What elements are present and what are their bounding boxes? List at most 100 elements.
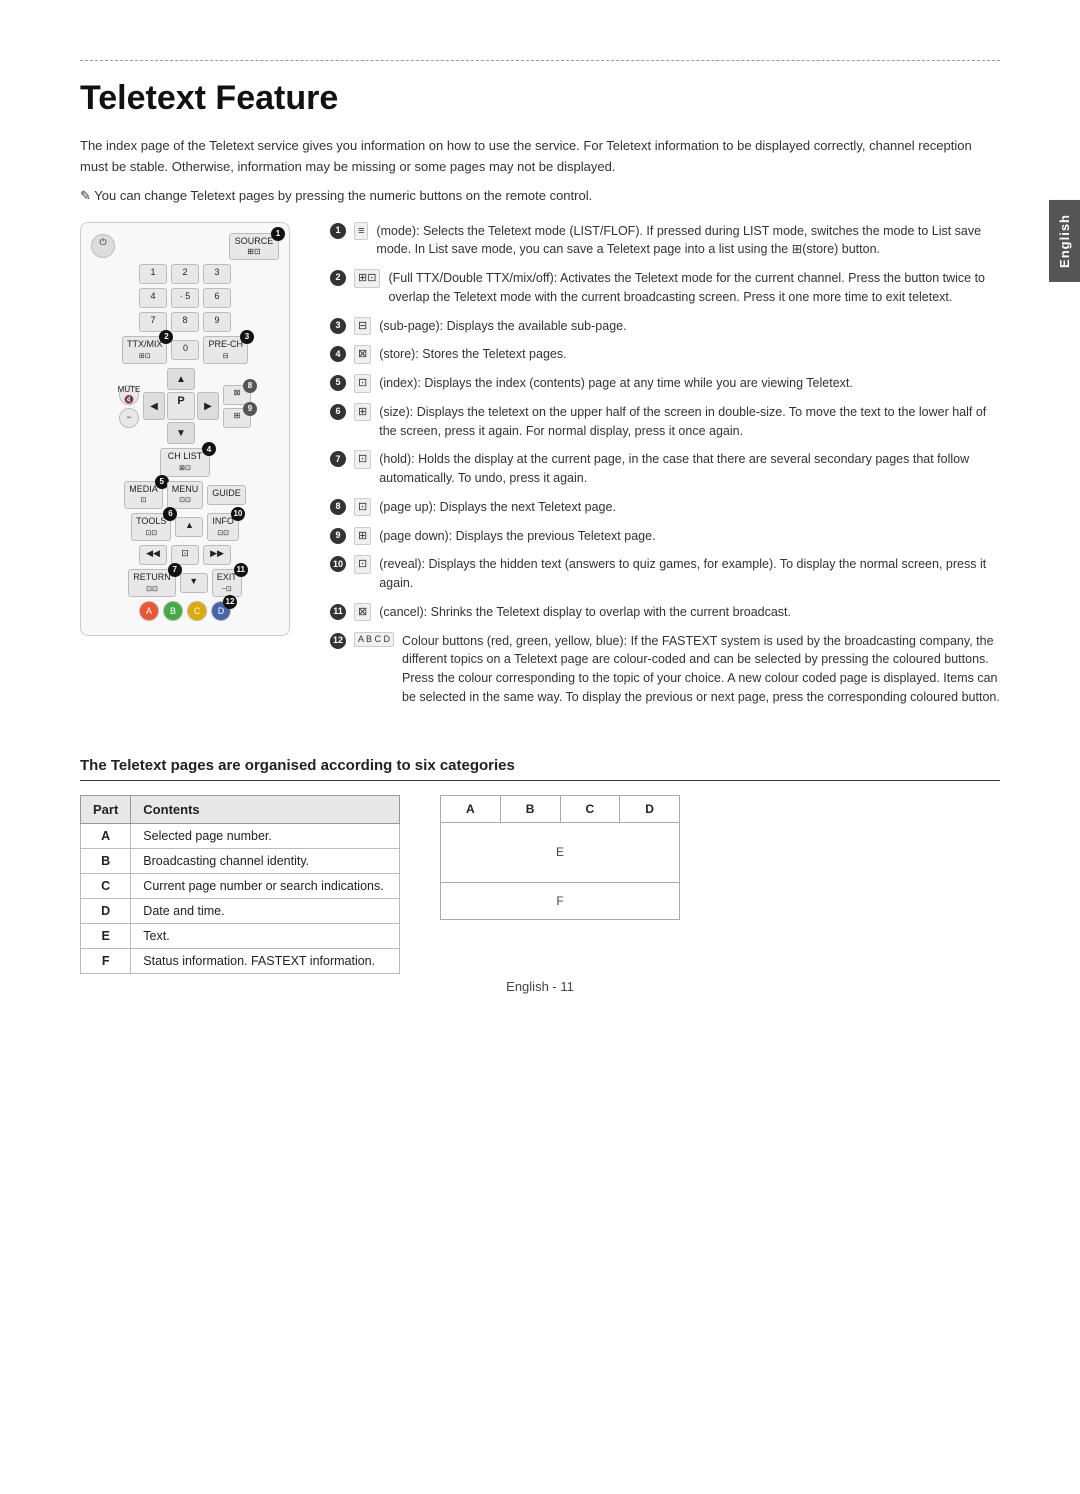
col-contents: Contents — [131, 795, 400, 823]
side-tab: English — [1049, 200, 1080, 282]
part-e: E — [81, 923, 131, 948]
btn-2[interactable]: 2 — [171, 264, 199, 284]
btn-c-yellow[interactable]: C — [187, 601, 207, 621]
btn-1[interactable]: 1 — [139, 264, 167, 284]
diagram-header-c: C — [561, 796, 621, 822]
instr-icon-5: ⊡ — [354, 374, 371, 393]
power-btn[interactable]: ⏻ — [91, 234, 115, 258]
btn-3[interactable]: 3 — [203, 264, 231, 284]
tools-btn[interactable]: TOOLS⊡⊡ 6 — [131, 513, 171, 541]
btn-8[interactable]: 8 — [171, 312, 199, 332]
instr-item-8: 8 ⊡ (page up): Displays the next Teletex… — [330, 498, 1000, 517]
instr-num-6: 6 — [330, 404, 346, 420]
remote: ⏻ SOURCE⊞⊡ 1 1 2 3 4 · 5 6 — [80, 222, 290, 637]
remote-row-menu: MEDIA⊡ 5 MENU⊡⊡ GUIDE — [91, 481, 279, 509]
instr-icon-2: ⊞⊡ — [354, 269, 380, 288]
stop-btn[interactable]: ▼ — [180, 573, 208, 593]
nav-right-btn[interactable]: ▶ — [197, 392, 219, 420]
instr-item-2: 2 ⊞⊡ (Full TTX/Double TTX/mix/off): Acti… — [330, 269, 1000, 307]
btn-9[interactable]: 9 — [203, 312, 231, 332]
instructions-list: 1 ≡ (mode): Selects the Teletext mode (L… — [330, 222, 1000, 717]
table-area: Part Contents A Selected page number. B … — [80, 795, 1000, 974]
instr-text-3: (sub-page): Displays the available sub-p… — [379, 317, 626, 336]
btn-0[interactable]: 0 — [171, 340, 199, 360]
instr-text-12: Colour buttons (red, green, yellow, blue… — [402, 632, 1000, 707]
part-d: D — [81, 898, 131, 923]
remote-row-chlist: CH LIST⊠⊡ 4 — [91, 448, 279, 476]
page-title: Teletext Feature — [80, 79, 1000, 118]
contents-e: Text. — [131, 923, 400, 948]
instr-num-2: 2 — [330, 270, 346, 286]
mute-btn[interactable]: MUTE🔇 — [119, 385, 139, 405]
diagram: A B C D E F — [440, 795, 680, 920]
menu-btn[interactable]: MENU⊡⊡ — [167, 481, 204, 509]
btn-4[interactable]: 4 — [139, 288, 167, 308]
vol-down-btn[interactable]: − — [119, 408, 139, 428]
info-btn[interactable]: INFO⊡⊡ 10 — [207, 513, 239, 541]
btn-5[interactable]: · 5 — [171, 288, 199, 308]
nav-ok-btn[interactable]: P — [167, 392, 195, 420]
instr-num-3: 3 — [330, 318, 346, 334]
instr-item-7: 7 ⊡ (hold): Holds the display at the cur… — [330, 450, 1000, 488]
diagram-header-d: D — [620, 796, 679, 822]
part-b: B — [81, 848, 131, 873]
exit-btn[interactable]: EXIT−⊡ 11 — [212, 569, 242, 597]
remote-row-vol: MUTE🔇 − ▲ ◀ P ▶ ▼ — [91, 368, 279, 444]
instr-item-6: 6 ⊞ (size): Displays the teletext on the… — [330, 403, 1000, 441]
remote-row-ttx: TTX/MIX⊞⊡ 2 0 PRE-CH⊟ 3 — [91, 336, 279, 364]
part-c: C — [81, 873, 131, 898]
btn-7[interactable]: 7 — [139, 312, 167, 332]
instr-icon-3: ⊟ — [354, 317, 371, 336]
media-btn[interactable]: MEDIA⊡ 5 — [124, 481, 163, 509]
instr-icon-12: A B C D — [354, 632, 394, 648]
diagram-header-row: A B C D — [441, 796, 679, 823]
instr-item-1: 1 ≡ (mode): Selects the Teletext mode (L… — [330, 222, 1000, 260]
source-btn[interactable]: SOURCE⊞⊡ 1 — [229, 233, 279, 261]
btn-b-green[interactable]: B — [163, 601, 183, 621]
instr-text-1: (mode): Selects the Teletext mode (LIST/… — [376, 222, 1000, 260]
table-header-row: Part Contents — [81, 795, 400, 823]
instr-icon-11: ⊠ — [354, 603, 371, 622]
remote-row-123: 1 2 3 — [91, 264, 279, 284]
intro-note: You can change Teletext pages by pressin… — [80, 188, 1000, 204]
prev-btn[interactable]: ◀◀ — [139, 545, 167, 565]
instr-text-11: (cancel): Shrinks the Teletext display t… — [379, 603, 791, 622]
nav-up-btn[interactable]: ▲ — [167, 368, 195, 390]
remote-row-tools: TOOLS⊡⊡ 6 ▲ INFO⊡⊡ 10 — [91, 513, 279, 541]
page-footer: English - 11 — [0, 979, 1080, 994]
remote-row-1: ⏻ SOURCE⊞⊡ 1 — [91, 233, 279, 261]
ttxmix-btn[interactable]: TTX/MIX⊞⊡ 2 — [122, 336, 168, 364]
btn-6[interactable]: 6 — [203, 288, 231, 308]
return-btn[interactable]: RETURN⊡⊡ 7 — [128, 569, 176, 597]
guide-btn[interactable]: GUIDE — [207, 485, 246, 505]
table-row: C Current page number or search indicati… — [81, 873, 400, 898]
play-btn[interactable]: ▲ — [175, 517, 203, 537]
contents-c: Current page number or search indication… — [131, 873, 400, 898]
instr-num-8: 8 — [330, 499, 346, 515]
instr-num-1: 1 — [330, 223, 346, 239]
prech-btn[interactable]: PRE-CH⊟ 3 — [203, 336, 248, 364]
table-row: F Status information. FASTEXT informatio… — [81, 948, 400, 973]
page-container: English Teletext Feature The index page … — [0, 0, 1080, 1034]
remote-row-456: 4 · 5 6 — [91, 288, 279, 308]
next-btn[interactable]: ▶▶ — [203, 545, 231, 565]
instr-text-2: (Full TTX/Double TTX/mix/off): Activates… — [388, 269, 1000, 307]
instr-icon-10: ⊡ — [354, 555, 371, 574]
instr-item-11: 11 ⊠ (cancel): Shrinks the Teletext disp… — [330, 603, 1000, 622]
btn-a-red[interactable]: A — [139, 601, 159, 621]
instr-item-12: 12 A B C D Colour buttons (red, green, y… — [330, 632, 1000, 707]
nav-left-btn[interactable]: ◀ — [143, 392, 165, 420]
nav-down-btn[interactable]: ▼ — [167, 422, 195, 444]
instr-icon-1: ≡ — [354, 222, 368, 241]
ch-down-btn[interactable]: ⊞9 — [223, 408, 251, 428]
instr-icon-4: ⊠ — [354, 345, 371, 364]
instr-item-3: 3 ⊟ (sub-page): Displays the available s… — [330, 317, 1000, 336]
remote-container: ⏻ SOURCE⊞⊡ 1 1 2 3 4 · 5 6 — [80, 222, 300, 717]
remote-row-media: ◀◀ ⊡ ▶▶ — [91, 545, 279, 565]
instr-text-6: (size): Displays the teletext on the upp… — [379, 403, 1000, 441]
pause-btn[interactable]: ⊡ — [171, 545, 199, 565]
btn-d-blue[interactable]: D12 — [211, 601, 231, 621]
main-content: ⏻ SOURCE⊞⊡ 1 1 2 3 4 · 5 6 — [80, 222, 1000, 717]
chlist-btn[interactable]: CH LIST⊠⊡ 4 — [160, 448, 210, 476]
table-row: A Selected page number. — [81, 823, 400, 848]
